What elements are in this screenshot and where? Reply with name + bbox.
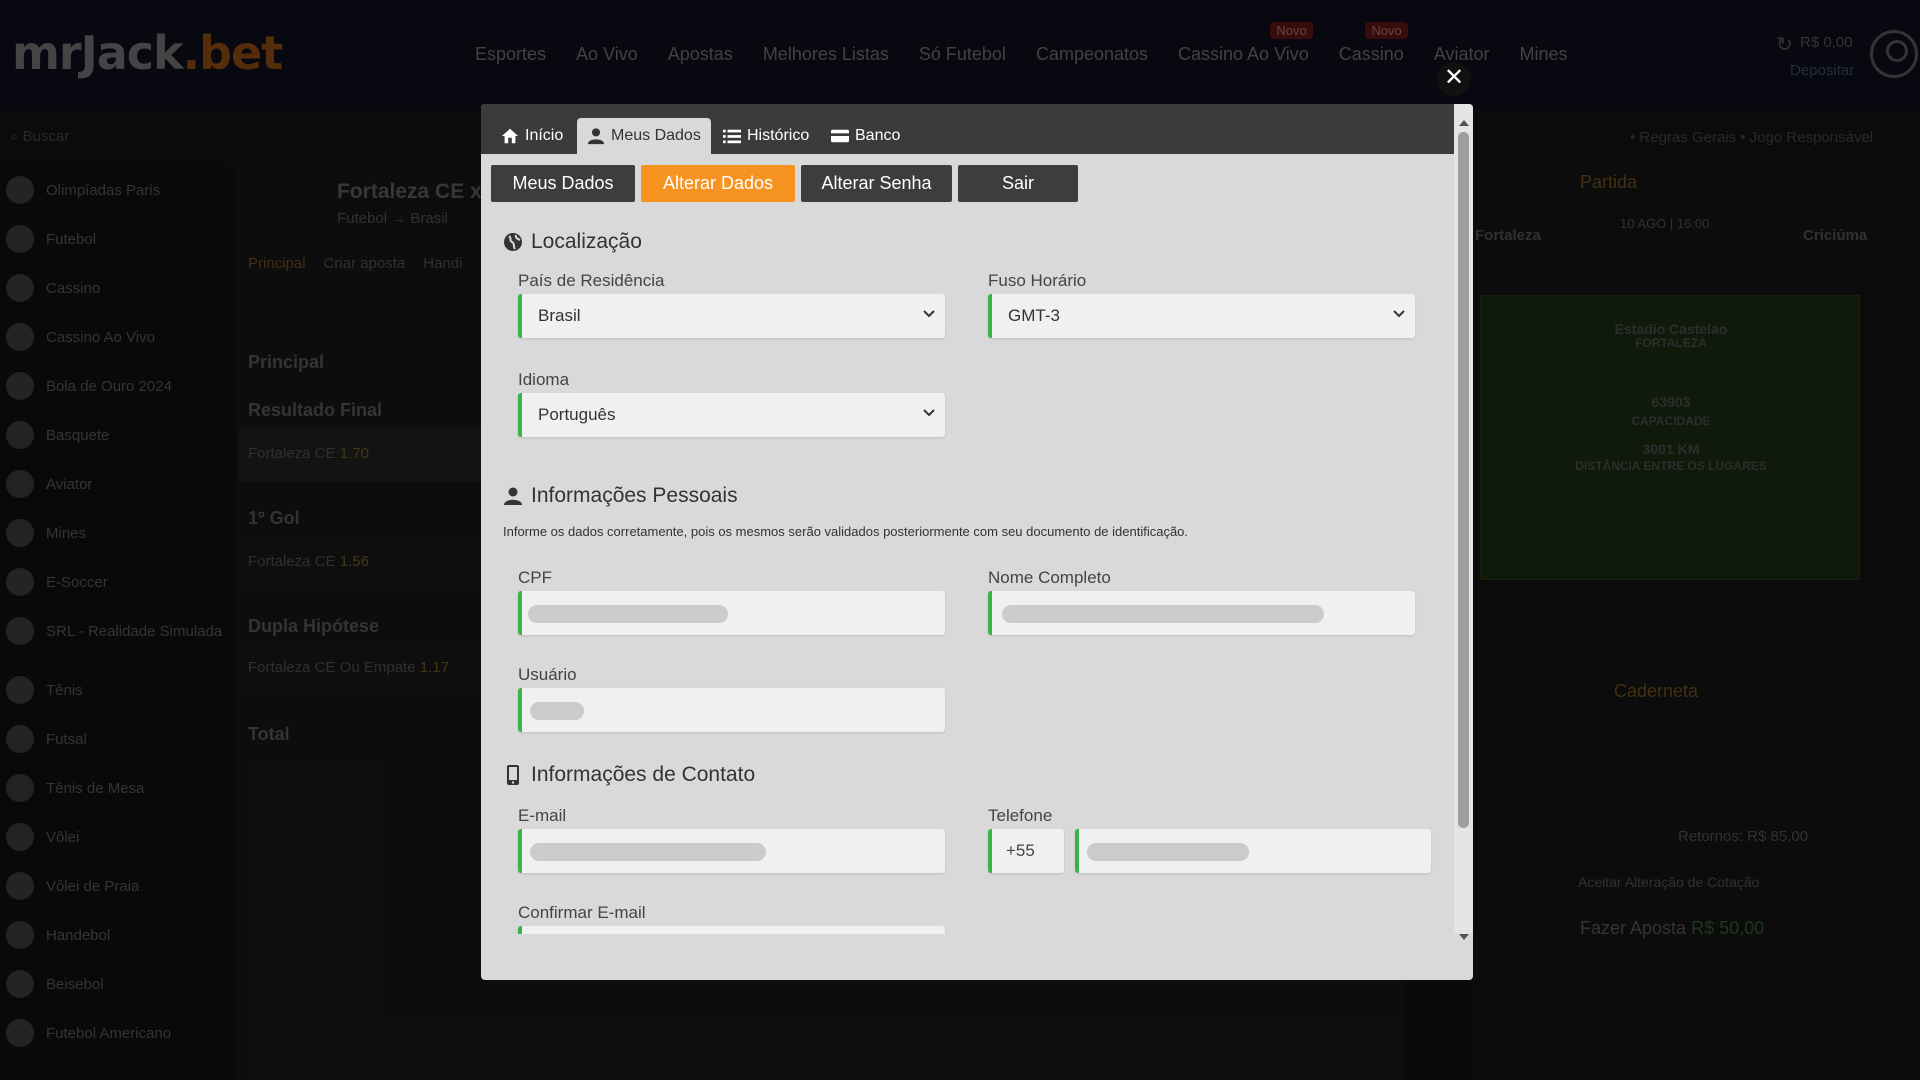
language-label: Idioma — [518, 370, 570, 389]
username-field[interactable] — [518, 688, 945, 732]
scroll-up-icon[interactable] — [1459, 120, 1469, 126]
chevron-down-icon — [1393, 310, 1405, 318]
close-icon: ✕ — [1443, 64, 1465, 91]
tab-meus-dados[interactable]: Meus Dados — [577, 118, 711, 154]
redacted-value — [528, 605, 728, 623]
phone-label: Telefone — [988, 806, 1053, 825]
card-icon — [831, 129, 849, 143]
user-icon — [504, 487, 522, 505]
cpf-label: CPF — [518, 568, 552, 587]
full-name-label: Nome Completo — [988, 568, 1111, 587]
cpf-field[interactable] — [518, 591, 945, 635]
sair-button[interactable]: Sair — [958, 165, 1078, 202]
username-label: Usuário — [518, 665, 577, 684]
scroll-down-icon[interactable] — [1459, 934, 1469, 940]
country-label: País de Residência — [518, 271, 665, 290]
tab-inicio[interactable]: Início — [491, 118, 573, 154]
chevron-down-icon — [923, 310, 935, 318]
globe-icon — [504, 233, 522, 251]
confirm-email-label: Confirmar E-mail — [518, 903, 646, 922]
meus-dados-button[interactable]: Meus Dados — [491, 165, 635, 202]
redacted-value — [530, 702, 584, 720]
language-select[interactable]: Português — [518, 393, 945, 437]
redacted-value — [1002, 605, 1324, 623]
personal-info-note: Informe os dados corretamente, pois os m… — [503, 524, 1189, 539]
tab-historico[interactable]: Histórico — [713, 118, 819, 154]
close-modal-button[interactable]: ✕ — [1437, 62, 1471, 96]
tab-banco[interactable]: Banco — [821, 118, 910, 154]
redacted-value — [1087, 843, 1249, 861]
list-icon — [723, 129, 741, 144]
modal-scrollbar[interactable] — [1454, 104, 1473, 940]
modal-content[interactable]: Meus Dados Alterar Dados Alterar Senha S… — [481, 154, 1454, 934]
alterar-dados-button[interactable]: Alterar Dados — [641, 165, 795, 202]
timezone-label: Fuso Horário — [988, 271, 1087, 290]
email-label: E-mail — [518, 806, 567, 825]
redacted-value — [530, 843, 766, 861]
home-icon — [501, 128, 519, 144]
personal-section-title: Informações Pessoais — [503, 484, 738, 508]
user-icon — [587, 128, 605, 145]
account-modal: Início Meus Dados Histórico Banco Meus D… — [481, 104, 1473, 980]
full-name-field[interactable] — [988, 591, 1415, 635]
chevron-down-icon — [923, 409, 935, 417]
phone-prefix-field[interactable]: +55 — [988, 829, 1064, 873]
email-field[interactable] — [518, 829, 945, 873]
alterar-senha-button[interactable]: Alterar Senha — [801, 165, 952, 202]
confirm-email-field[interactable] — [518, 926, 945, 934]
phone-number-field[interactable] — [1075, 829, 1431, 873]
location-section-title: Localização — [503, 230, 642, 254]
country-select[interactable]: Brasil — [518, 294, 945, 338]
modal-top-nav: Início Meus Dados Histórico Banco — [481, 104, 1473, 154]
timezone-select[interactable]: GMT-3 — [988, 294, 1415, 338]
scroll-thumb[interactable] — [1458, 132, 1469, 828]
phone-icon — [507, 765, 519, 785]
contact-section-title: Informações de Contato — [503, 763, 755, 787]
